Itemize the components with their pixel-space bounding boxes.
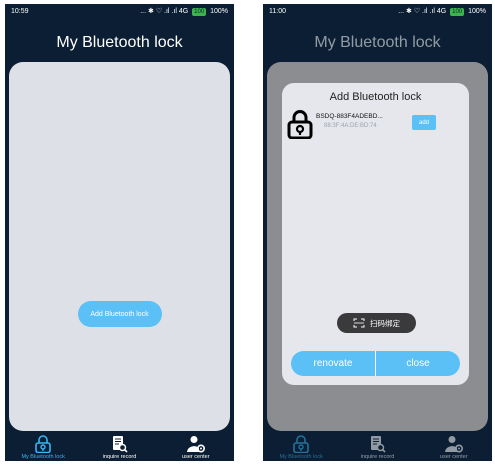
battery-percent: 100% — [468, 8, 486, 15]
signal-icons: ... ✱ ♡ .ıl .ıl 4G — [398, 8, 447, 15]
add-lock-dialog: Add Bluetooth lock BSDQ-883F4ADEBD... 88… — [282, 83, 469, 385]
lock-list-panel — [9, 62, 230, 431]
status-bar: 11:00 ... ✱ ♡ .ıl .ıl 4G 100 100% — [263, 4, 492, 20]
close-button[interactable]: close — [376, 351, 460, 376]
nav-label: My Bluetooth lock — [21, 454, 65, 460]
lock-icon — [293, 435, 309, 453]
nav-tab-inquire-record[interactable]: inquire record — [347, 435, 407, 461]
phone-screen-add-dialog: 11:00 ... ✱ ♡ .ıl .ıl 4G 100 100% My Blu… — [263, 4, 492, 461]
renovate-button[interactable]: renovate — [291, 351, 375, 376]
nav-label: My Bluetooth lock — [279, 454, 323, 460]
scan-bind-label: 扫码绑定 — [370, 318, 400, 328]
status-time: 11:00 — [269, 8, 286, 15]
dialog-action-bar: renovate close — [291, 351, 460, 376]
nav-tab-user-center[interactable]: user center — [424, 435, 484, 461]
bottom-nav: My Bluetooth lock inquire record user ce… — [263, 431, 492, 461]
nav-tab-user-center[interactable]: user center — [166, 435, 226, 461]
nav-label: user center — [440, 454, 468, 460]
page-title: My Bluetooth lock — [314, 34, 441, 51]
nav-tab-my-lock[interactable]: My Bluetooth lock — [271, 435, 331, 461]
document-search-icon — [113, 436, 129, 453]
scan-bind-button[interactable]: 扫码绑定 — [337, 313, 416, 333]
nav-label: inquire record — [360, 454, 395, 460]
padlock-icon — [287, 110, 313, 139]
add-device-button[interactable]: add — [412, 115, 436, 130]
status-bar: 10:59 ... ✱ ♡ .ıl .ıl 4G 100 100% — [5, 4, 234, 20]
device-list-item: BSDQ-883F4ADEBD... 88:3F:4A:DE:BD:74 add — [286, 109, 465, 141]
status-icons: ... ✱ ♡ .ıl .ıl 4G 100 100% — [140, 4, 228, 20]
scan-icon — [353, 318, 365, 328]
user-settings-icon — [186, 436, 205, 453]
nav-label: inquire record — [102, 454, 137, 460]
battery-icon: 100 — [450, 8, 465, 16]
device-name: BSDQ-883F4ADEBD... — [316, 113, 383, 120]
status-icons: ... ✱ ♡ .ıl .ıl 4G 100 100% — [398, 4, 486, 20]
status-time: 10:59 — [11, 8, 29, 15]
nav-tab-inquire-record[interactable]: inquire record — [89, 435, 149, 461]
add-bluetooth-lock-button[interactable]: Add Bluetooth lock — [77, 301, 162, 327]
document-search-icon — [371, 436, 387, 453]
user-settings-icon — [444, 436, 463, 453]
nav-label: user center — [182, 454, 210, 460]
bottom-nav: My Bluetooth lock inquire record user ce… — [5, 431, 234, 461]
battery-percent: 100% — [210, 8, 228, 15]
device-mac-address: 88:3F:4A:DE:BD:74 — [324, 123, 377, 129]
signal-icons: ... ✱ ♡ .ıl .ıl 4G — [140, 8, 189, 15]
page-title: My Bluetooth lock — [56, 34, 183, 51]
battery-icon: 100 — [192, 8, 207, 16]
dialog-title: Add Bluetooth lock — [329, 91, 422, 103]
nav-tab-my-lock[interactable]: My Bluetooth lock — [13, 435, 73, 461]
lock-icon — [35, 435, 51, 453]
phone-screen-main: 10:59 ... ✱ ♡ .ıl .ıl 4G 100 100% My Blu… — [5, 4, 234, 461]
